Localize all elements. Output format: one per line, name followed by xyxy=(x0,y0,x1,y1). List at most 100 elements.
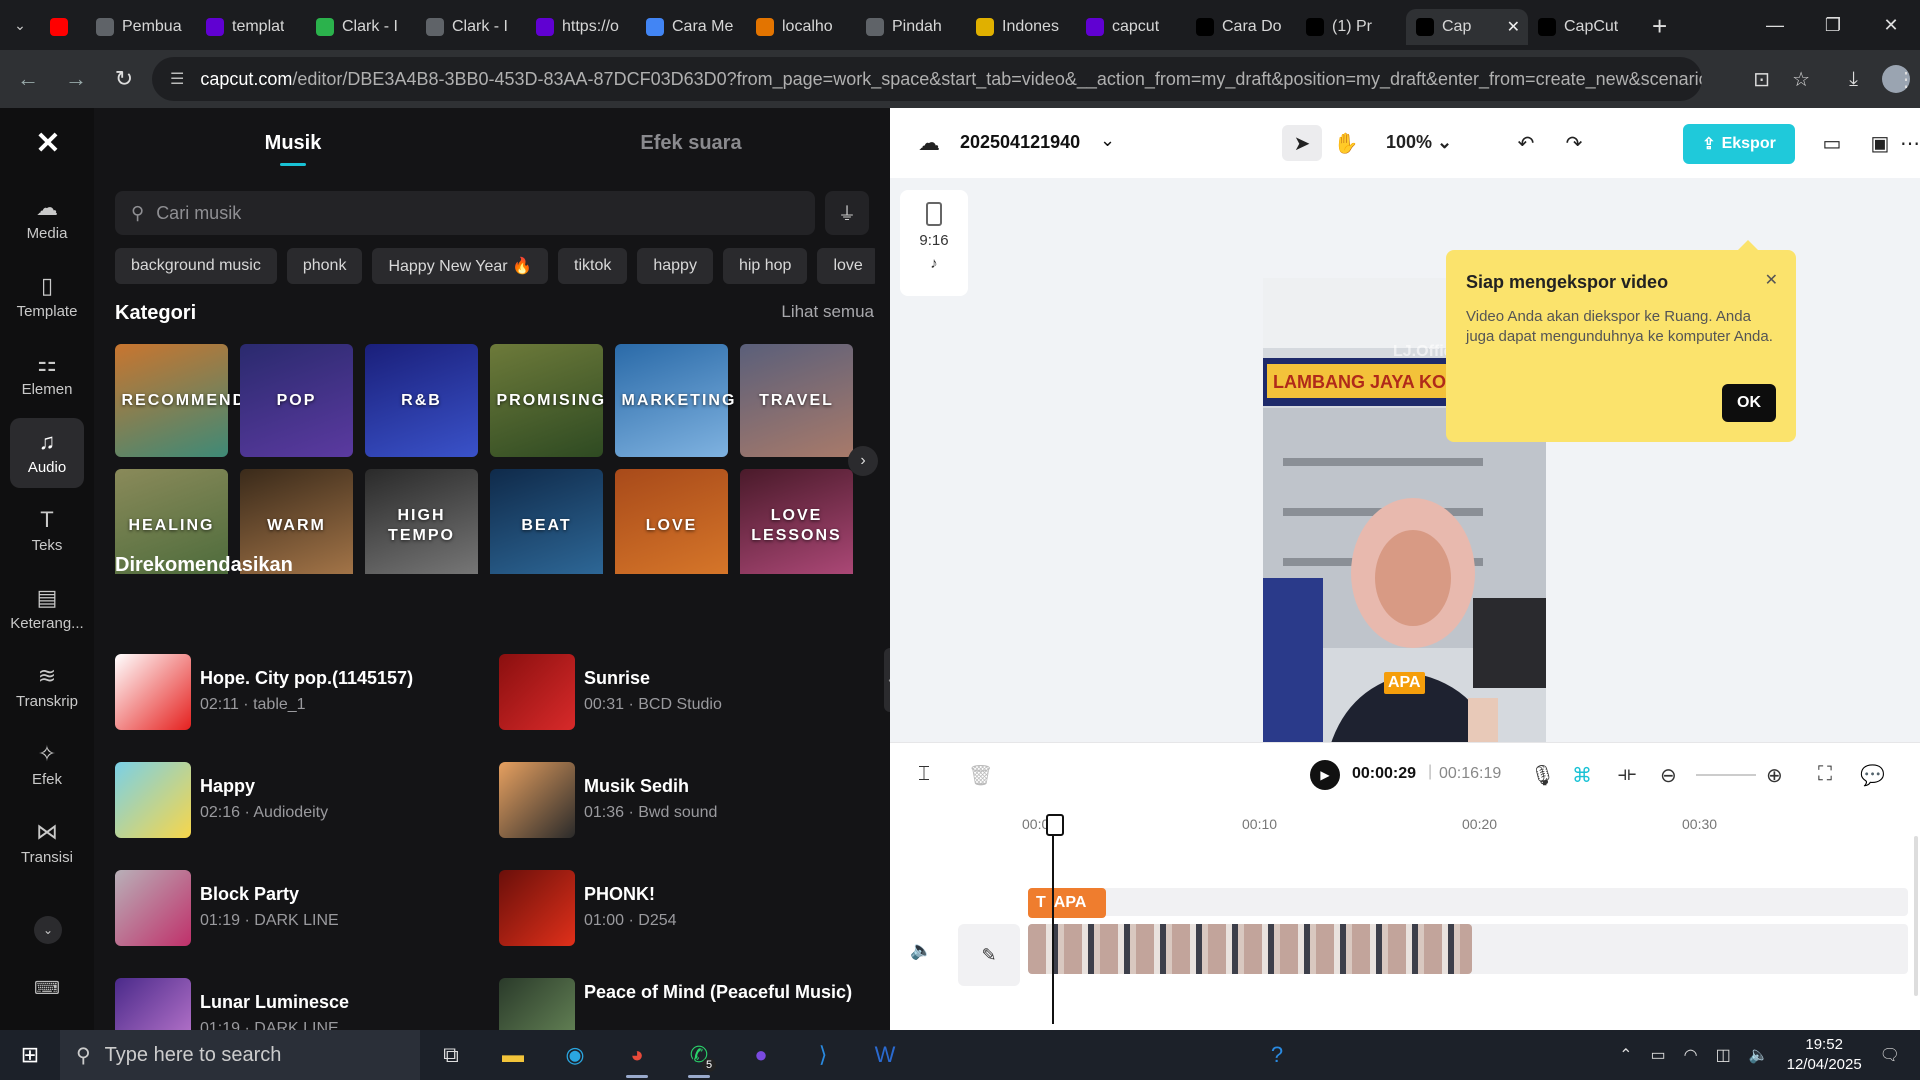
taskbar-search[interactable]: ⚲ Type here to search xyxy=(60,1030,420,1080)
search-chip[interactable]: happy xyxy=(637,248,713,284)
browser-tab[interactable]: Cara Me xyxy=(636,9,746,45)
category-tile[interactable]: LOVE xyxy=(615,469,728,574)
chevron-up-icon[interactable]: ⌃ xyxy=(1619,1045,1632,1065)
category-tile[interactable]: RECOMMEND xyxy=(115,344,244,457)
magnet-icon[interactable]: ⌘ xyxy=(1572,763,1592,788)
back-icon[interactable]: ← xyxy=(8,59,48,99)
browser-tab[interactable]: Pindah xyxy=(856,9,966,45)
timeline-scrollbar[interactable] xyxy=(1914,836,1918,996)
zoom-level[interactable]: 100% ⌄ xyxy=(1386,132,1452,153)
notifications-icon[interactable]: 🗨 xyxy=(1880,1045,1900,1065)
search-chip[interactable]: tiktok xyxy=(558,248,628,284)
task-view-icon[interactable]: ⧉ xyxy=(420,1030,482,1080)
fit-timeline-icon[interactable]: ⛶ xyxy=(1818,763,1832,786)
music-list-item[interactable]: Happy 02:16 · Audiodeity xyxy=(115,762,475,838)
minimize-icon[interactable]: — xyxy=(1746,0,1804,50)
chevron-right-icon[interactable]: › xyxy=(848,446,878,476)
clock[interactable]: 19:52 12/04/2025 xyxy=(1787,1035,1862,1075)
speaker-icon[interactable]: 🔈 xyxy=(910,940,932,961)
chevron-down-icon[interactable]: ⌄ xyxy=(1100,130,1115,151)
zoom-out-icon[interactable]: ⊖ xyxy=(1660,763,1677,788)
nav-item-media[interactable]: ☁ Media xyxy=(10,184,84,254)
browser-tab[interactable]: (1) Pr xyxy=(1296,9,1406,45)
browser-tab[interactable]: templat xyxy=(196,9,306,45)
keyboard-shortcuts-icon[interactable]: ⌨ xyxy=(34,978,60,999)
tab-search-button[interactable]: ⌄ xyxy=(0,0,40,50)
file-explorer-icon[interactable]: ▬ xyxy=(482,1030,544,1080)
reload-icon[interactable]: ↻ xyxy=(104,59,144,99)
battery-icon[interactable]: ▭ xyxy=(1650,1045,1665,1065)
browser-tab[interactable]: Pembua xyxy=(86,9,196,45)
aspect-ratio-selector[interactable]: 9:16 ♪ xyxy=(900,190,968,296)
browser-tab[interactable]: capcut xyxy=(1076,9,1186,45)
chrome-icon[interactable]: ◕ xyxy=(606,1030,668,1080)
new-tab-button[interactable]: + xyxy=(1652,11,1667,42)
zoom-slider[interactable] xyxy=(1696,774,1756,776)
project-name[interactable]: 202504121940 xyxy=(960,132,1080,153)
category-tile[interactable]: LOVE LESSONS xyxy=(740,469,853,574)
browser-tab[interactable]: localho xyxy=(746,9,856,45)
hand-tool-icon[interactable]: ✋ xyxy=(1326,125,1366,161)
playhead[interactable] xyxy=(1046,814,1064,1024)
help-icon[interactable]: ? xyxy=(1246,1030,1308,1080)
browser-tab[interactable]: Indones xyxy=(966,9,1076,45)
search-chip[interactable]: background music xyxy=(115,248,277,284)
present-icon[interactable]: ▭ xyxy=(1812,125,1852,161)
split-icon[interactable]: ⌶ xyxy=(918,763,930,786)
search-chip[interactable]: phonk xyxy=(286,248,363,284)
browser-tab[interactable]: Clark - I xyxy=(306,9,416,45)
delete-icon[interactable]: 🗑 xyxy=(968,763,993,788)
video-clip[interactable] xyxy=(1028,924,1472,974)
category-tile[interactable]: MARKETING xyxy=(615,344,734,457)
close-window-icon[interactable]: ✕ xyxy=(1862,0,1920,50)
music-list-item[interactable]: Peace of Mind (Peaceful Music) xyxy=(499,978,859,1030)
canva-icon[interactable]: ● xyxy=(730,1030,792,1080)
edit-cover-button[interactable]: ✎ xyxy=(958,924,1020,986)
export-button[interactable]: ⇪ Ekspor xyxy=(1683,124,1795,164)
more-options-icon[interactable]: ⋯ xyxy=(1900,125,1920,161)
address-bar[interactable]: ☰ capcut.com/editor/DBE3A4B8-3BB0-453D-8… xyxy=(152,57,1702,101)
category-tile[interactable]: BEAT xyxy=(490,469,603,574)
nav-item-transkrip[interactable]: ≋ Transkrip xyxy=(10,652,84,722)
bookmark-star-icon[interactable]: ☆ xyxy=(1792,67,1810,92)
wifi-icon[interactable]: ◠ xyxy=(1684,1045,1698,1065)
caption-overlay[interactable]: APA xyxy=(1384,672,1425,694)
volume-icon[interactable]: 🔈 xyxy=(1749,1045,1769,1065)
nav-item-template[interactable]: ▯ Template xyxy=(10,262,84,332)
search-chip[interactable]: love xyxy=(817,248,875,284)
nav-item-elemen[interactable]: ⚏ Elemen xyxy=(10,340,84,410)
chevron-down-icon[interactable]: ⌄ xyxy=(34,916,62,944)
select-tool-icon[interactable]: ➤ xyxy=(1282,125,1322,161)
edge-icon[interactable]: ◉ xyxy=(544,1030,606,1080)
zoom-in-icon[interactable]: ⊕ xyxy=(1766,763,1783,788)
microphone-icon[interactable]: 🎙 xyxy=(1530,763,1555,788)
tab-musik[interactable]: Musik xyxy=(94,108,492,178)
music-list-item[interactable]: Block Party 01:19 · DARK LINE xyxy=(115,870,475,946)
nav-item-keterang[interactable]: ▤ Keterang... xyxy=(10,574,84,644)
music-search-input[interactable]: ⚲ Cari musik xyxy=(115,191,815,235)
browser-tab[interactable]: CapCut xyxy=(1528,9,1638,45)
see-all-link[interactable]: Lihat semua xyxy=(781,302,874,322)
undo-icon[interactable]: ↶ xyxy=(1506,125,1546,161)
browser-menu-icon[interactable]: ⋮ xyxy=(1896,67,1916,92)
category-tile[interactable]: R&B xyxy=(365,344,478,457)
text-clip[interactable]: T APA xyxy=(1028,888,1106,918)
vscode-icon[interactable]: ⟩ xyxy=(792,1030,854,1080)
save-layout-icon[interactable]: ▣ xyxy=(1860,125,1900,161)
browser-tab[interactable]: Cara Do xyxy=(1186,9,1296,45)
feedback-icon[interactable]: 💬 xyxy=(1860,763,1885,788)
category-tile[interactable]: HIGH TEMPO xyxy=(365,469,478,574)
music-list-item[interactable]: Musik Sedih 01:36 · Bwd sound xyxy=(499,762,859,838)
windows-start-icon[interactable]: ⊞ xyxy=(0,1030,60,1080)
category-tile[interactable]: PROMISING xyxy=(490,344,604,457)
redo-icon[interactable]: ↷ xyxy=(1554,125,1594,161)
music-list-item[interactable]: Hope. City pop.(1145157) 02:11 · table_1 xyxy=(115,654,475,730)
site-info-icon[interactable]: ☰ xyxy=(170,69,184,89)
restore-icon[interactable]: ❐ xyxy=(1804,0,1862,50)
forward-icon[interactable]: → xyxy=(56,59,96,99)
category-tile[interactable]: POP xyxy=(240,344,353,457)
music-list-item[interactable]: Lunar Luminesce 01:19 · DARK LINE xyxy=(115,978,475,1030)
nav-item-transisi[interactable]: ⋈ Transisi xyxy=(10,808,84,878)
browser-tab[interactable]: https://o xyxy=(526,9,636,45)
capcut-logo-icon[interactable]: ✕ xyxy=(28,126,68,160)
